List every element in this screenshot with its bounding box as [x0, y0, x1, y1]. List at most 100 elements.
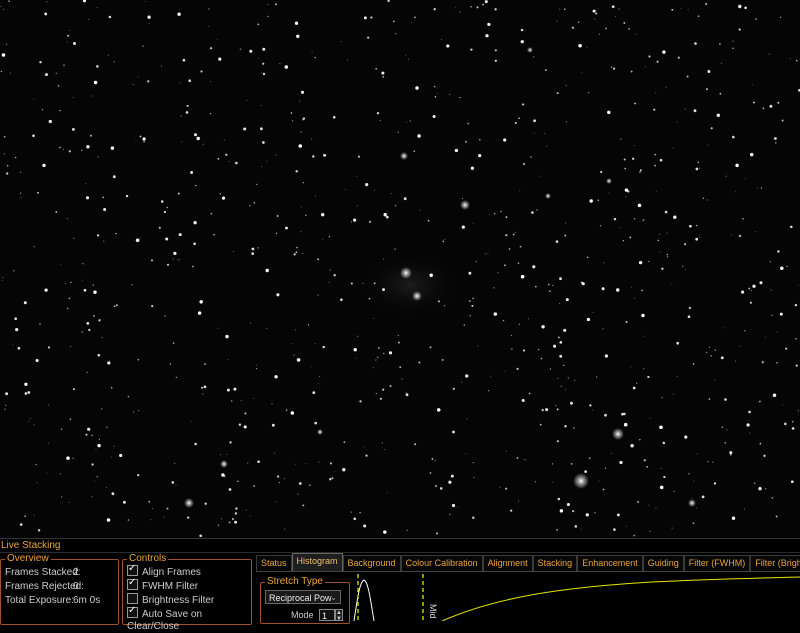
checkbox-box[interactable]	[127, 605, 138, 618]
star	[597, 199, 600, 202]
mode-input[interactable]: 1	[319, 609, 335, 621]
star	[714, 379, 716, 381]
star	[649, 530, 651, 532]
star	[86, 371, 88, 374]
star	[719, 92, 722, 95]
stacked-image-view[interactable]	[0, 0, 800, 538]
star	[485, 34, 489, 38]
star	[300, 90, 305, 94]
star	[508, 248, 511, 250]
tab-status[interactable]: Status	[256, 555, 292, 571]
star	[446, 44, 450, 48]
total-exposure-value: 6m 0s	[73, 595, 101, 606]
star	[228, 488, 232, 491]
star	[684, 435, 688, 439]
star	[500, 210, 502, 213]
star	[441, 358, 444, 361]
star	[204, 363, 206, 365]
star	[36, 482, 38, 484]
star	[39, 60, 42, 64]
star	[3, 153, 5, 155]
star	[468, 300, 471, 302]
star	[557, 336, 560, 339]
star	[46, 472, 48, 474]
tab-filter-fwhm[interactable]: Filter (FWHM)	[683, 555, 751, 571]
mode-spinner[interactable]: ▲ ▼	[335, 609, 343, 622]
bright-star	[220, 460, 228, 468]
star	[181, 141, 183, 143]
star	[209, 81, 212, 83]
star	[797, 410, 799, 412]
star	[81, 331, 83, 333]
tab-filter-brightness[interactable]: Filter (Brightness)	[750, 555, 800, 571]
star	[132, 84, 134, 86]
star	[148, 23, 150, 25]
star	[66, 218, 69, 220]
star	[648, 260, 650, 263]
star	[253, 201, 256, 204]
stretch-type-select[interactable]: Reciprocal Pow ⌄	[265, 590, 341, 604]
checkbox-box[interactable]	[127, 577, 138, 590]
tab-histogram[interactable]: Histogram	[291, 553, 343, 571]
checkbox-label: Align Frames	[142, 567, 201, 578]
tab-alignment[interactable]: Alignment	[482, 555, 533, 571]
star	[688, 473, 690, 475]
star	[14, 156, 17, 159]
star	[655, 507, 657, 509]
tab-enhancement[interactable]: Enhancement	[577, 555, 643, 571]
spin-down-icon[interactable]: ▼	[336, 616, 342, 622]
star	[754, 231, 756, 233]
star	[660, 467, 662, 470]
tab-guiding[interactable]: Guiding	[642, 555, 684, 571]
star	[707, 70, 711, 73]
checkbox-label: FWHM Filter	[142, 581, 199, 592]
panel-title-divider	[0, 552, 800, 553]
star	[251, 247, 255, 251]
star	[774, 137, 777, 140]
auto-save-checkbox[interactable]: Auto Save on Clear/Close	[127, 605, 251, 632]
star	[688, 306, 692, 310]
align-frames-checkbox[interactable]: Align Frames	[127, 563, 201, 578]
tab-stacking[interactable]: Stacking	[532, 555, 578, 571]
checkbox-box[interactable]	[127, 563, 138, 576]
star	[719, 43, 721, 45]
tab-colour-calibration[interactable]: Colour Calibration	[400, 555, 483, 571]
histogram-plot[interactable]: Mid	[352, 574, 800, 621]
checkbox-label: Auto Save on Clear/Close	[127, 609, 203, 632]
star	[274, 452, 276, 454]
star	[531, 211, 534, 214]
star	[553, 344, 557, 348]
stretch-type-legend: Stretch Type	[265, 576, 325, 587]
star	[188, 79, 192, 83]
star	[765, 488, 767, 490]
tab-background[interactable]: Background	[342, 555, 401, 571]
star	[113, 305, 116, 308]
star	[732, 40, 734, 42]
checkbox-box[interactable]	[127, 593, 138, 604]
fwhm-filter-checkbox[interactable]: FWHM Filter	[127, 577, 199, 592]
star	[199, 534, 202, 538]
star	[233, 251, 235, 253]
star	[696, 453, 698, 455]
star	[217, 327, 219, 329]
star	[115, 304, 118, 307]
star	[383, 352, 385, 355]
star	[559, 341, 563, 344]
star	[689, 224, 692, 228]
star	[382, 288, 385, 292]
star	[383, 213, 387, 217]
star	[284, 528, 286, 530]
star	[148, 500, 151, 503]
star	[779, 16, 782, 19]
star	[195, 184, 197, 187]
brightness-filter-checkbox[interactable]: Brightness Filter	[127, 593, 214, 606]
star	[210, 47, 213, 50]
star	[566, 502, 570, 507]
star	[794, 303, 798, 307]
star	[102, 196, 105, 199]
star	[780, 266, 784, 270]
star	[353, 517, 357, 521]
star	[82, 0, 87, 3]
star	[70, 346, 72, 348]
star	[586, 317, 591, 322]
